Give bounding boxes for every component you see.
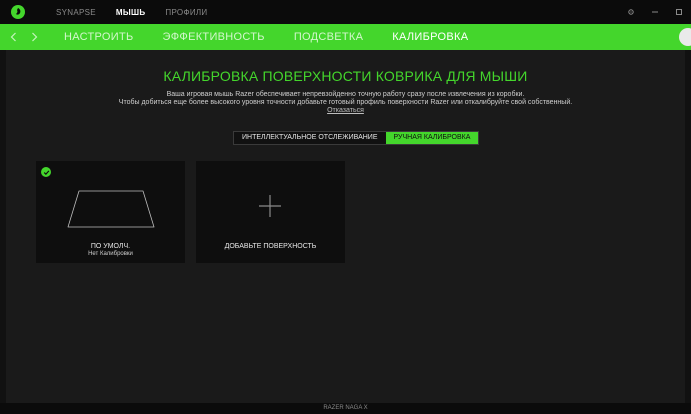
device-status-bar: RAZER NAGA X	[0, 403, 691, 414]
gear-icon[interactable]	[619, 0, 643, 24]
surface-card-default[interactable]: ПО УМОЛЧ. Нет Калибровки	[36, 161, 185, 263]
minimize-icon[interactable]	[643, 0, 667, 24]
maximize-icon[interactable]	[667, 0, 691, 24]
surface-status: Нет Калибровки	[88, 251, 133, 257]
chevron-left-icon[interactable]	[6, 32, 20, 42]
sub-navigation: НАСТРОИТЬ ЭФФЕКТИВНОСТЬ ПОДСВЕТКА КАЛИБР…	[0, 24, 691, 50]
surface-name: ПО УМОЛЧ.	[90, 243, 131, 250]
tab-customize[interactable]: НАСТРОИТЬ	[64, 31, 134, 43]
avatar[interactable]	[679, 28, 691, 46]
window-controls	[619, 0, 691, 24]
skip-link[interactable]: Отказаться	[6, 107, 685, 114]
plus-icon	[259, 195, 281, 217]
tab-mouse[interactable]: МЫШЬ	[116, 8, 146, 17]
manual-calibration-option[interactable]: РУЧНАЯ КАЛИБРОВКА	[385, 132, 479, 144]
check-icon	[41, 167, 51, 177]
description-line-1: Ваша игровая мышь Razer обеспечивает неп…	[166, 91, 525, 98]
smart-tracking-option[interactable]: ИНТЕЛЛЕКТУАЛЬНОЕ ОТСЛЕЖИВАНИЕ	[234, 132, 386, 144]
title-bar: SYNAPSE МЫШЬ ПРОФИЛИ	[0, 0, 691, 24]
tab-calibration[interactable]: КАЛИБРОВКА	[392, 31, 468, 43]
description: Ваша игровая мышь Razer обеспечивает неп…	[6, 91, 685, 107]
add-surface-label: ДОБАВЬТЕ ПОВЕРХНОСТЬ	[224, 243, 317, 250]
tab-lighting[interactable]: ПОДСВЕТКА	[294, 31, 363, 43]
page-title: КАЛИБРОВКА ПОВЕРХНОСТИ КОВРИКА ДЛЯ МЫШИ	[163, 68, 528, 84]
tab-performance[interactable]: ЭФФЕКТИВНОСТЬ	[163, 31, 265, 43]
description-line-2: Чтобы добиться еще более высокого уровня…	[118, 99, 573, 106]
add-surface-card[interactable]: ДОБАВЬТЕ ПОВЕРХНОСТЬ	[196, 161, 345, 263]
calibration-mode-toggle: ИНТЕЛЛЕКТУАЛЬНОЕ ОТСЛЕЖИВАНИЕ РУЧНАЯ КАЛ…	[233, 131, 480, 145]
chevron-right-icon[interactable]	[27, 32, 41, 42]
mousepad-icon	[67, 190, 155, 228]
tab-profiles[interactable]: ПРОФИЛИ	[165, 8, 207, 17]
razer-logo-icon[interactable]	[11, 5, 25, 19]
calibration-panel: КАЛИБРОВКА ПОВЕРХНОСТИ КОВРИКА ДЛЯ МЫШИ …	[6, 50, 685, 403]
tab-synapse[interactable]: SYNAPSE	[56, 8, 96, 17]
